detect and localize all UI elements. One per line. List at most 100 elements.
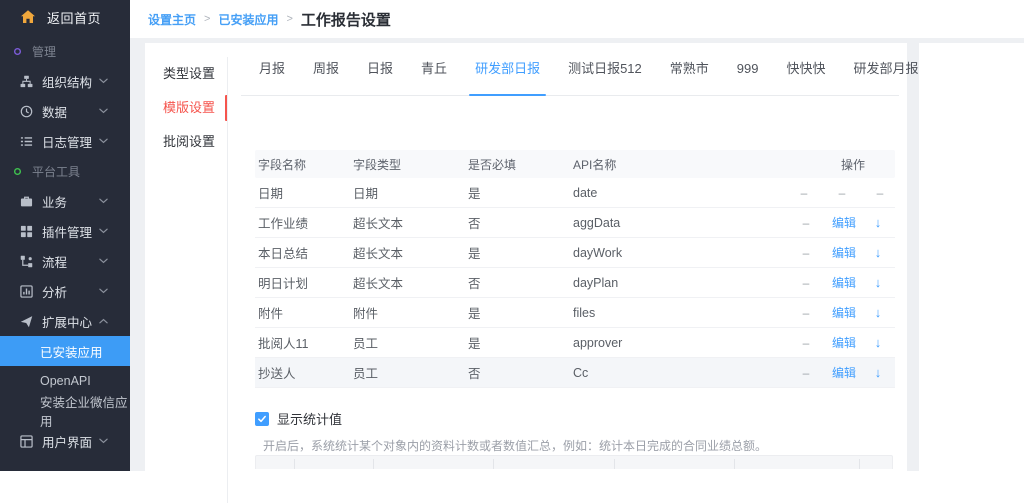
field-type: 附件 [350,303,465,322]
edit-button[interactable]: 编辑 [825,244,863,261]
back-to-home-button[interactable]: 返回首页 [0,0,130,34]
sidebar-item-analysis[interactable]: 分析 [0,276,130,306]
op-placeholder: – [787,366,825,380]
field-required: 是 [465,183,570,202]
edit-button[interactable]: 编辑 [825,214,863,231]
field-required: 是 [465,333,570,352]
field-name: 附件 [255,303,350,322]
row-operations: –编辑↓ [785,244,895,261]
op-placeholder: – [787,246,825,260]
field-type: 日期 [350,183,465,202]
row-operations: –编辑↓ [785,214,895,231]
field-type: 超长文本 [350,243,465,262]
sidebar-item-label: 日志管理 [42,132,92,151]
chevron-down-icon [99,78,108,84]
breadcrumb-link[interactable]: 已安装应用 [218,11,278,28]
tab-changshu[interactable]: 常熟市 [656,43,723,95]
clock-icon [20,105,33,118]
tab-monthly[interactable]: 月报 [245,43,299,95]
breadcrumb-link[interactable]: 设置主页 [148,11,196,28]
field-name: 明日计划 [255,273,350,292]
move-down-button[interactable]: ↓ [863,365,893,380]
field-type: 员工 [350,333,465,352]
sidebar-item-installed-apps[interactable]: 已安装应用 [0,336,130,366]
field-required: 否 [465,213,570,232]
sidebar-item-business[interactable]: 业务 [0,186,130,216]
field-api-name: Cc [570,366,785,380]
table-row: 日期日期是date––– [255,178,895,208]
sidebar-section-label: 平台工具 [32,163,80,180]
field-type: 超长文本 [350,273,465,292]
page-title: 工作报告设置 [301,9,391,30]
sidebar: 返回首页 管理组织结构数据日志管理平台工具业务插件管理流程分析扩展中心已安装应用… [0,0,130,471]
chevron-down-icon [99,438,108,444]
topbar: 设置主页>已安装应用>工作报告设置 [130,0,1024,38]
sidebar-item-install-wecom-app[interactable]: 安装企业微信应用 [0,396,130,426]
tab-daily[interactable]: 日报 [353,43,407,95]
sidebar-item-label: 用户界面 [42,432,92,451]
partial-column-divider [493,459,494,469]
sidebar-item-plugin-management[interactable]: 插件管理 [0,216,130,246]
column-header: API名称 [570,156,785,173]
sidebar-item-label: 分析 [42,282,67,301]
field-type: 员工 [350,363,465,382]
sidebar-item-log-management[interactable]: 日志管理 [0,126,130,156]
field-name: 日期 [255,183,350,202]
field-name: 工作业绩 [255,213,350,232]
chevron-down-icon [99,288,108,294]
sidebar-item-process[interactable]: 流程 [0,246,130,276]
list-icon [20,135,33,148]
window-icon [20,435,33,448]
submenu-divider [227,57,228,503]
chevron-down-icon [99,138,108,144]
edit-button[interactable]: 编辑 [825,364,863,381]
op-placeholder: – [787,336,825,350]
submenu-item-review-settings[interactable]: 批阅设置 [145,125,227,159]
ring-icon [12,166,23,177]
show-stats-checkbox[interactable] [255,412,269,426]
submenu-item-template-settings[interactable]: 模版设置 [145,91,227,125]
edit-button[interactable]: 编辑 [825,274,863,291]
op-placeholder: – [787,306,825,320]
sidebar-item-expansion-center[interactable]: 扩展中心 [0,306,130,336]
sidebar-item-org-structure[interactable]: 组织结构 [0,66,130,96]
column-header: 操作 [785,156,895,173]
move-down-button[interactable]: ↓ [863,305,893,320]
sidebar-item-data[interactable]: 数据 [0,96,130,126]
breadcrumb: 设置主页>已安装应用>工作报告设置 [148,9,391,30]
sidebar-section-platform-tools: 平台工具 [0,156,130,186]
sidebar-item-user-interface[interactable]: 用户界面 [0,426,130,456]
move-down-button[interactable]: ↓ [863,335,893,350]
tab-999[interactable]: 999 [723,43,773,95]
edit-button[interactable]: 编辑 [825,334,863,351]
tab-weekly[interactable]: 周报 [299,43,353,95]
settings-submenu: 类型设置模版设置批阅设置 [145,57,227,159]
op-placeholder: – [861,186,899,200]
row-operations: –编辑↓ [785,304,895,321]
tab-kuaikuaikuai[interactable]: 快快快 [773,43,840,95]
tab-qingqiu[interactable]: 青丘 [407,43,461,95]
sidebar-section-management: 管理 [0,36,130,66]
plane-icon [20,315,33,328]
field-api-name: date [570,186,785,200]
submenu-item-type-settings[interactable]: 类型设置 [145,57,227,91]
chevron-down-icon [99,228,108,234]
sidebar-item-label: 流程 [42,252,67,271]
tab-rd-daily[interactable]: 研发部日报 [461,43,554,95]
row-operations: –编辑↓ [785,364,895,381]
table-row: 批阅人11员工是approver–编辑↓ [255,328,895,358]
edit-button[interactable]: 编辑 [825,304,863,321]
field-required: 否 [465,363,570,382]
field-api-name: dayWork [570,246,785,260]
table-row: 本日总结超长文本是dayWork–编辑↓ [255,238,895,268]
move-down-button[interactable]: ↓ [863,215,893,230]
work-report-settings-page: { "colors": { "sidebar_bg": "#272c39", "… [0,0,1024,471]
partial-table-header [255,455,893,469]
briefcase-icon [20,195,33,208]
move-down-button[interactable]: ↓ [863,275,893,290]
move-down-button[interactable]: ↓ [863,245,893,260]
tab-test-daily-512[interactable]: 测试日报512 [554,43,656,95]
column-header: 字段类型 [350,156,465,173]
partial-column-divider [614,459,615,469]
chevron-down-icon [99,108,108,114]
